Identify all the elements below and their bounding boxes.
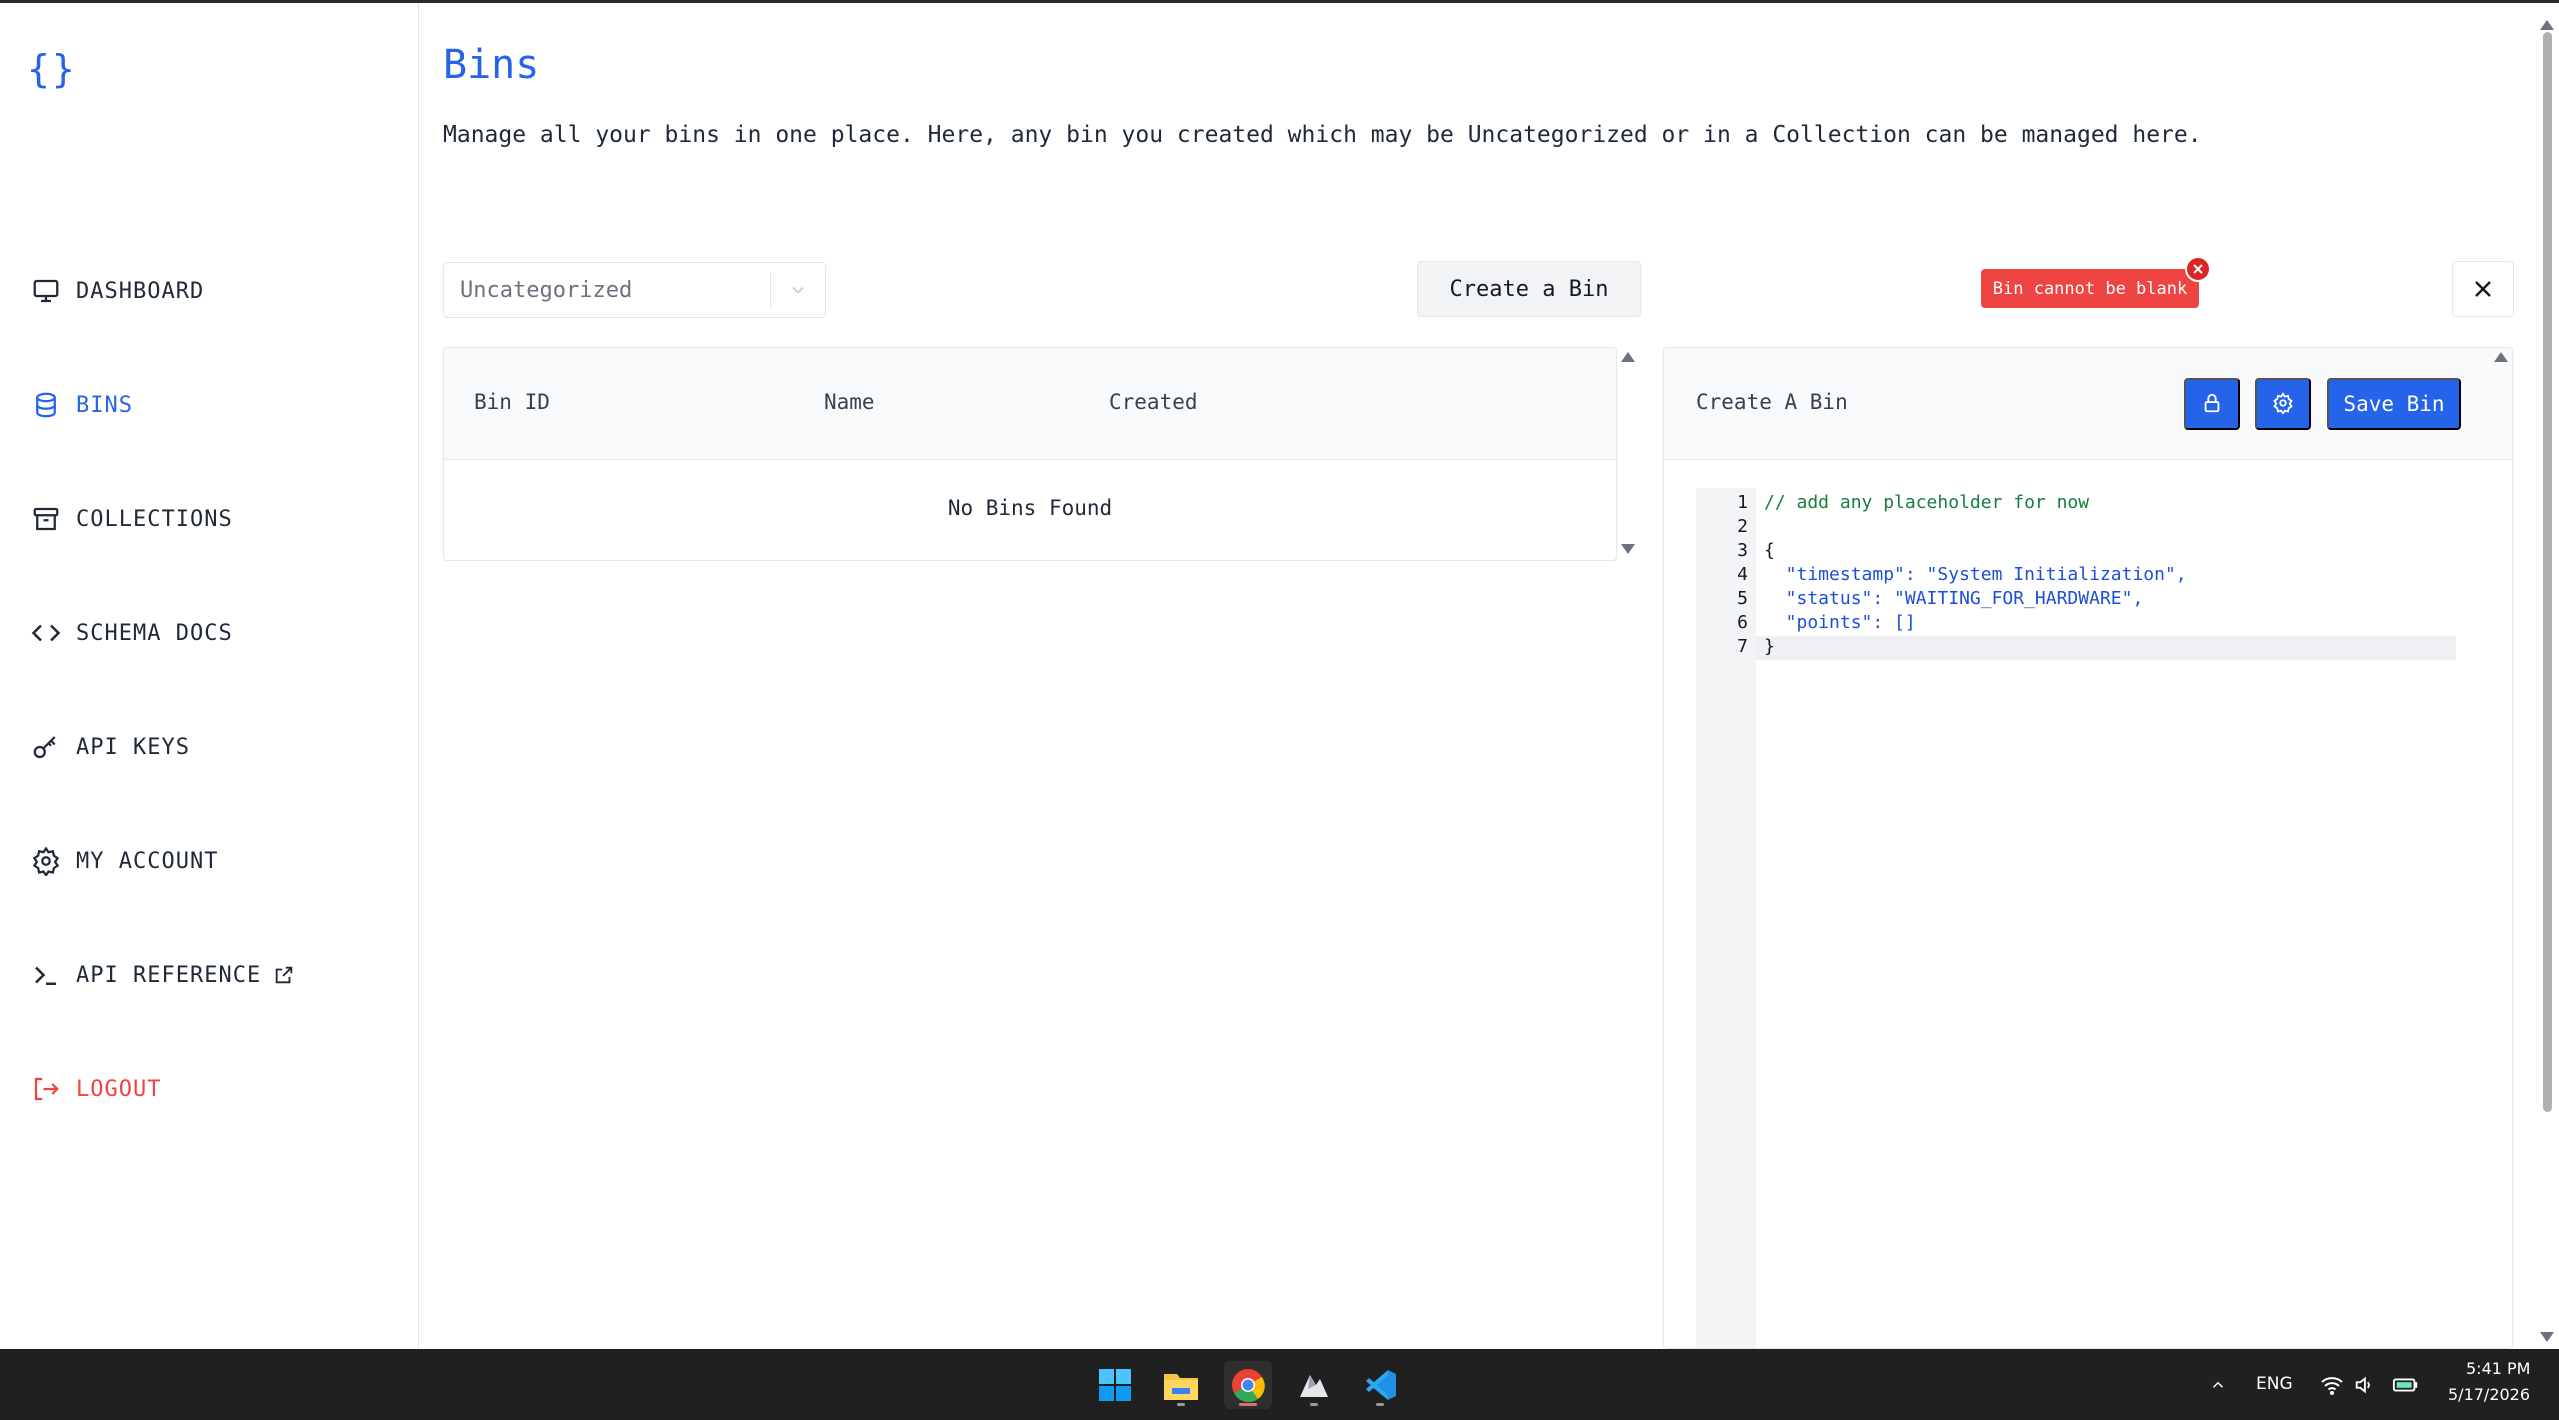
create-bin-panel: Create A Bin Save Bin 1 2 3 4 5 6 7 // a… [1663,347,2513,1349]
sidebar-item-bins[interactable]: BINS [30,385,133,425]
battery-icon[interactable] [2392,1371,2420,1399]
column-header-created[interactable]: Created [1109,390,1198,414]
column-header-name[interactable]: Name [824,390,875,414]
file-explorer-icon[interactable] [1157,1361,1205,1409]
settings-button[interactable] [2255,378,2311,430]
sidebar-item-api-reference[interactable]: API REFERENCE [30,955,295,995]
sidebar-item-label: COLLECTIONS [76,506,233,532]
running-indicator [1376,1403,1384,1406]
chrome-icon[interactable] [1224,1361,1272,1409]
external-link-icon [273,964,295,986]
volume-icon[interactable] [2350,1371,2378,1399]
sidebar-item-api-keys[interactable]: API KEYS [30,727,190,767]
active-line-highlight [1756,636,2456,660]
page-description: Manage all your bins in one place. Here,… [443,122,2202,148]
close-panel-button[interactable] [2452,261,2514,317]
archive-icon [30,503,62,535]
table-scroll-up-icon[interactable] [1621,352,1635,362]
line-number: 6 [1737,612,1748,633]
sidebar-item-label: LOGOUT [76,1076,162,1102]
sidebar-item-dashboard[interactable]: DASHBOARD [30,271,204,311]
code-editor[interactable]: // add any placeholder for now { "timest… [1756,488,2456,1348]
collection-select-value: Uncategorized [460,277,633,303]
app-icon[interactable] [1290,1361,1338,1409]
line-number: 4 [1737,564,1748,585]
sidebar-item-logout[interactable]: LOGOUT [30,1069,161,1109]
chevron-down-icon[interactable] [771,280,825,300]
line-number: 1 [1737,492,1748,513]
window-scrollbar[interactable] [2540,20,2554,1342]
terminal-icon [30,959,62,991]
line-number: 5 [1737,588,1748,609]
taskbar: ENG 5:41 PM 5/17/2026 [0,1349,2559,1420]
gear-icon [30,845,62,877]
chevron-up-icon[interactable] [2204,1371,2232,1399]
scroll-down-icon[interactable] [2540,1332,2554,1342]
sidebar-item-label: API KEYS [76,734,190,760]
sidebar-item-label: API REFERENCE [76,962,262,988]
sidebar-item-label: SCHEMA DOCS [76,620,233,646]
sidebar-item-label: BINS [76,392,133,418]
vscode-icon[interactable] [1356,1361,1404,1409]
editor-header: Create A Bin Save Bin [1664,348,2512,460]
empty-state: No Bins Found [947,496,1113,520]
windows-start-icon[interactable] [1091,1361,1139,1409]
lock-icon [2201,392,2223,417]
logout-icon [30,1073,62,1105]
editor-gutter: 1 2 3 4 5 6 7 [1696,488,1756,1348]
create-bin-button[interactable]: Create a Bin [1417,261,1641,317]
scrollbar-thumb[interactable] [2543,32,2552,1112]
code-line: // add any placeholder for now [1764,492,2090,513]
error-toast: Bin cannot be blank [1981,269,2199,308]
table-header: Bin ID Name Created [444,348,1616,460]
sidebar-item-label: MY ACCOUNT [76,848,219,874]
code-line: "status": "WAITING_FOR_HARDWARE", [1764,588,2144,609]
lock-button[interactable] [2184,378,2240,430]
code-icon [30,617,62,649]
wifi-icon[interactable] [2318,1371,2346,1399]
running-indicator [1177,1403,1185,1406]
gear-icon [2272,391,2294,417]
active-indicator [1239,1403,1257,1406]
column-header-bin-id[interactable]: Bin ID [474,390,550,414]
monitor-icon [30,275,62,307]
sidebar-item-schema-docs[interactable]: SCHEMA DOCS [30,613,233,653]
code-line: { [1764,540,1775,561]
sidebar-item-my-account[interactable]: MY ACCOUNT [30,841,218,881]
table-scroll-down-icon[interactable] [1621,544,1635,554]
sidebar: {} DASHBOARD BINS COLLECTIONS SCHEMA DOC… [0,3,419,1349]
clock-time[interactable]: 5:41 PM [2466,1359,2530,1378]
editor-title: Create A Bin [1696,390,1848,414]
database-icon [30,389,62,421]
collection-select[interactable]: Uncategorized [443,262,826,318]
code-line: "timestamp": "System Initialization", [1764,564,2187,585]
line-number: 7 [1737,636,1748,657]
app-logo[interactable]: {} [27,47,77,91]
save-bin-button[interactable]: Save Bin [2327,378,2461,430]
sidebar-item-collections[interactable]: COLLECTIONS [30,499,233,539]
line-number: 2 [1737,516,1748,537]
language-indicator[interactable]: ENG [2256,1374,2293,1394]
code-line: "points": [] [1764,612,1916,633]
sidebar-item-label: DASHBOARD [76,278,205,304]
line-number: 3 [1737,540,1748,561]
editor-scroll-up-icon[interactable] [2494,352,2508,362]
key-icon [30,731,62,763]
code-line: } [1764,636,1775,657]
running-indicator [1310,1403,1318,1406]
clock-date[interactable]: 5/17/2026 [2448,1385,2530,1404]
close-icon[interactable] [2185,256,2211,282]
bins-table: Bin ID Name Created No Bins Found [443,347,1617,561]
page-title: Bins [443,42,540,88]
scroll-up-icon[interactable] [2540,20,2554,30]
